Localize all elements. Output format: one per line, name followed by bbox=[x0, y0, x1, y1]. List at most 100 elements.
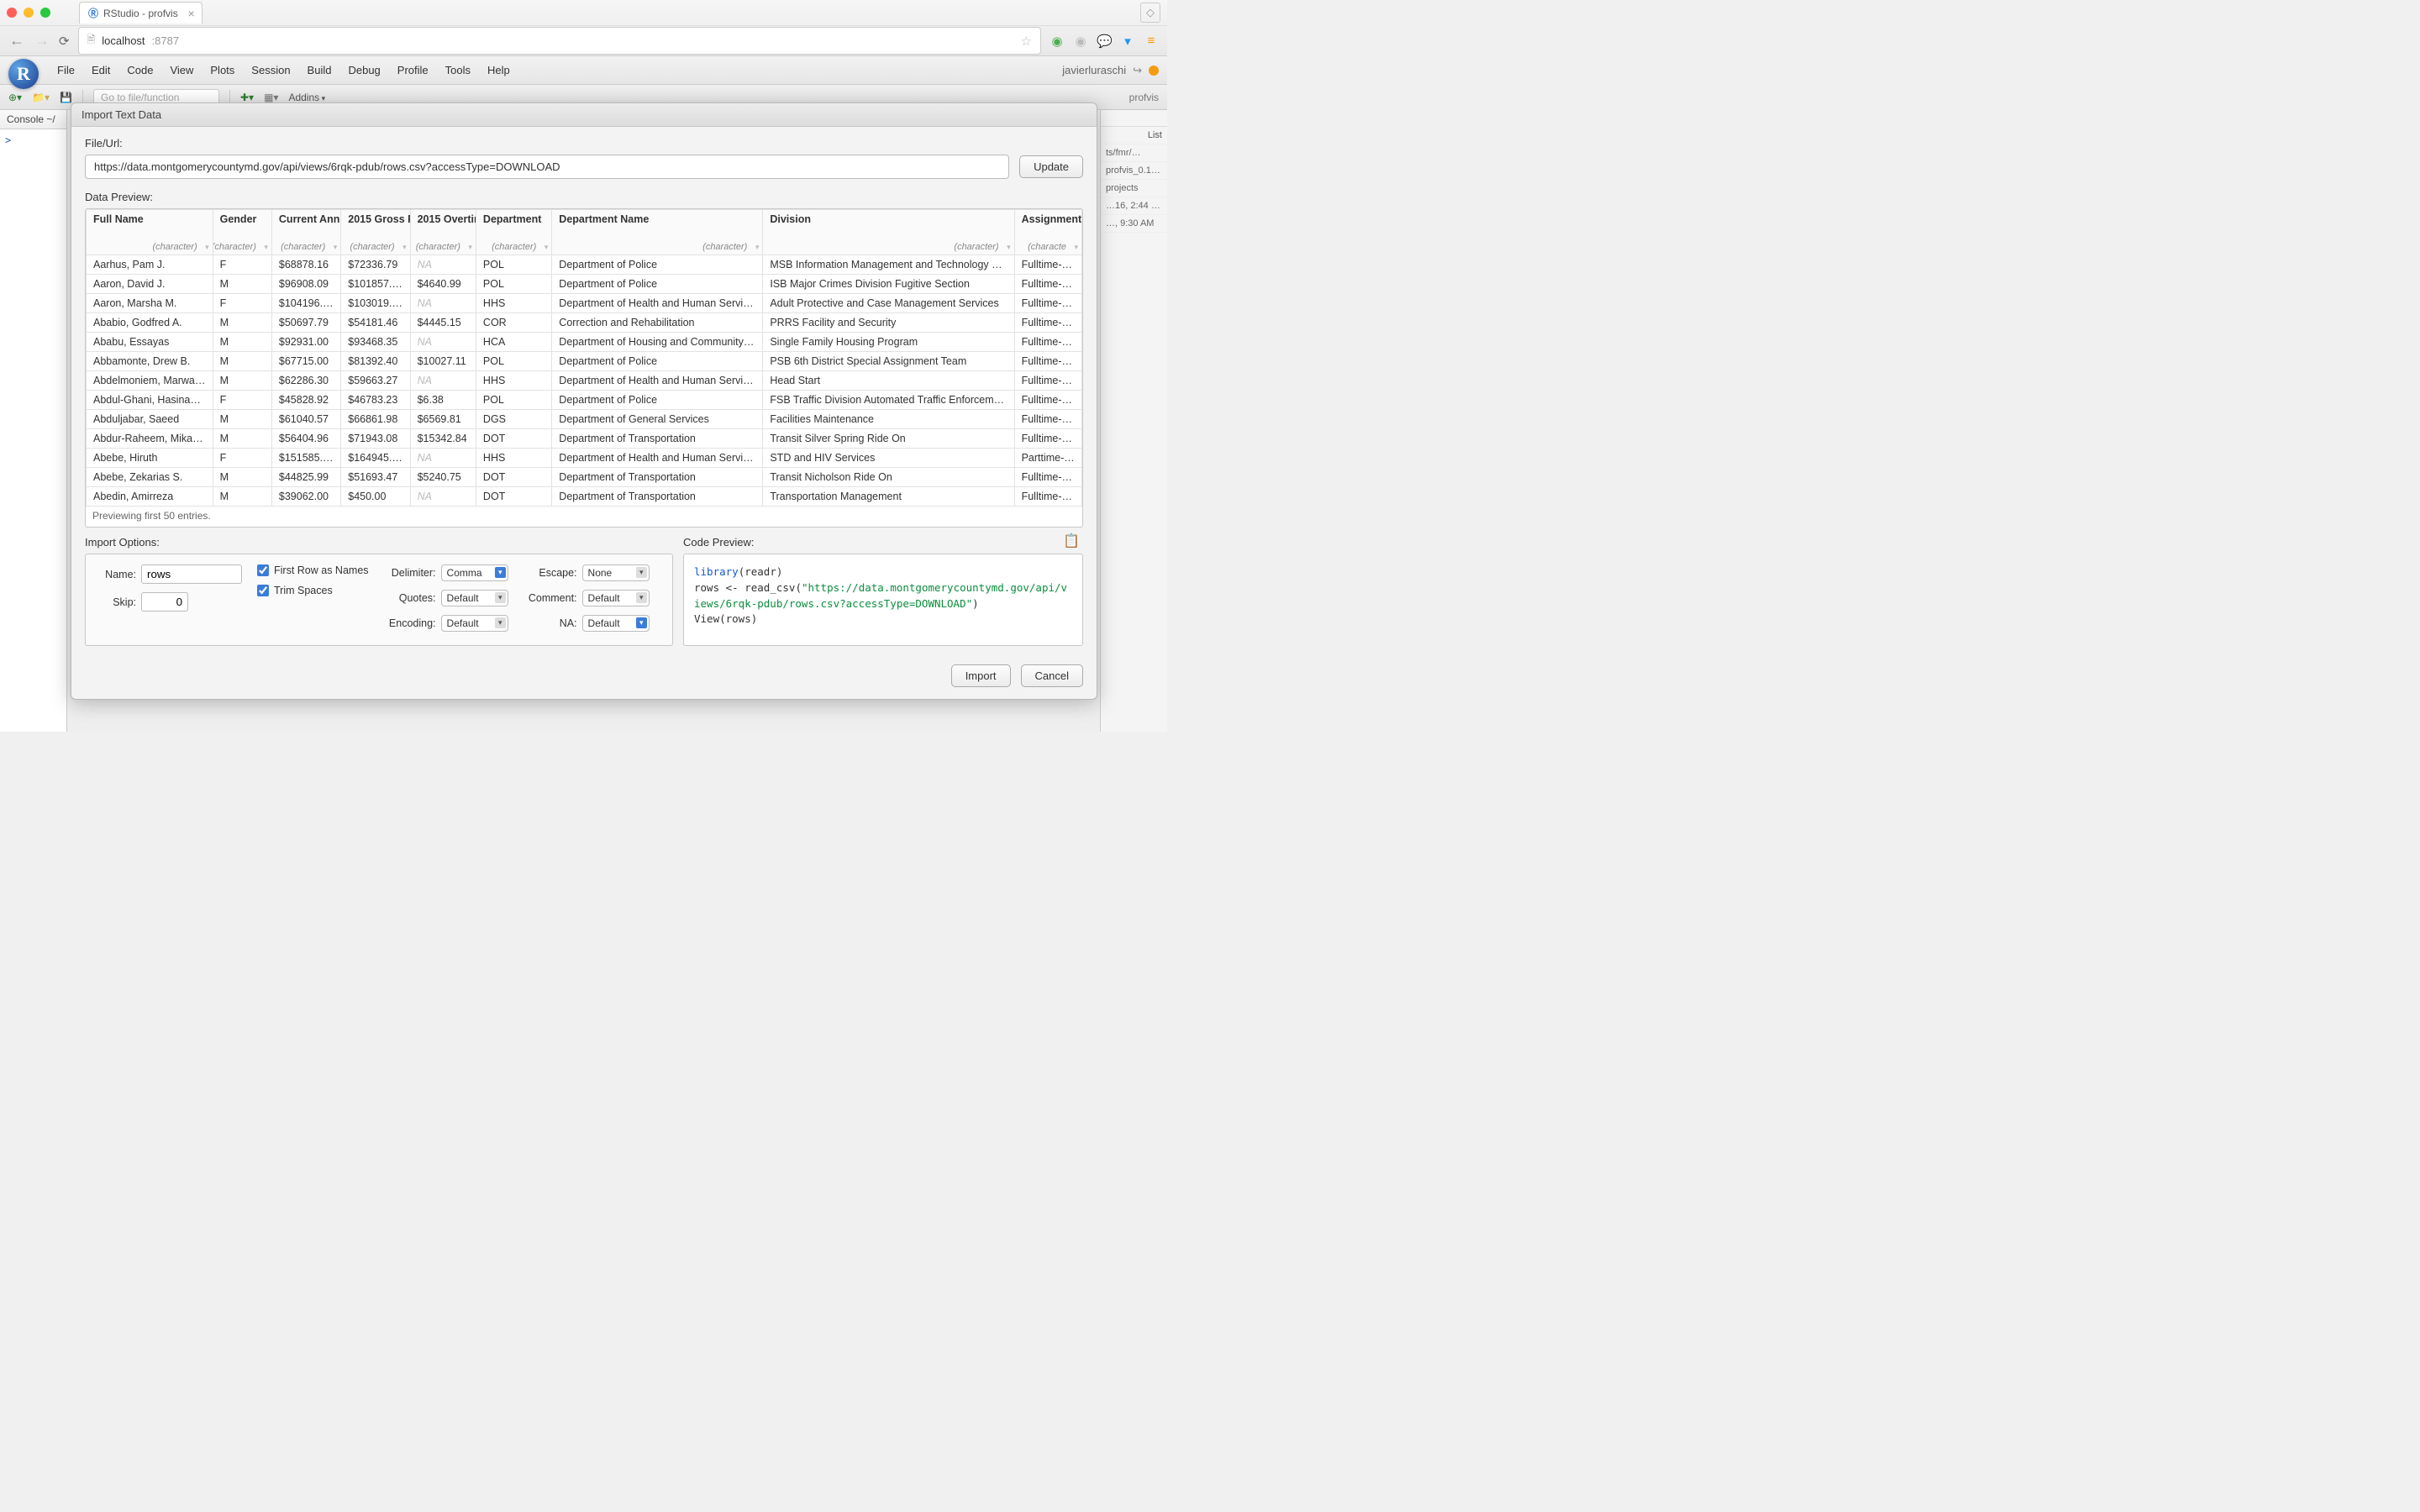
chevron-down-icon[interactable]: ▾ bbox=[1074, 243, 1078, 252]
addins-menu[interactable]: Addins bbox=[288, 92, 325, 103]
chevron-down-icon[interactable]: ▾ bbox=[755, 243, 760, 252]
cancel-button[interactable]: Cancel bbox=[1021, 664, 1083, 687]
column-header[interactable]: Full Name(character)▾ bbox=[87, 210, 213, 255]
window-minimize-icon[interactable] bbox=[24, 8, 34, 18]
console-pane: Console ~/ > bbox=[0, 110, 67, 732]
save-icon[interactable]: 💾 bbox=[60, 92, 72, 103]
column-header[interactable]: Current Annual Salary(character)▾ bbox=[271, 210, 340, 255]
console-prompt[interactable]: > bbox=[0, 129, 66, 151]
menu-session[interactable]: Session bbox=[243, 60, 298, 80]
file-url-label: File/Url: bbox=[85, 137, 1083, 150]
window-close-icon[interactable] bbox=[7, 8, 17, 18]
data-preview-label: Data Preview: bbox=[85, 191, 1083, 203]
ext-icon-2[interactable]: ◉ bbox=[1073, 34, 1088, 49]
menu-profile[interactable]: Profile bbox=[389, 60, 437, 80]
insert-icon[interactable]: ✚▾ bbox=[240, 92, 254, 103]
column-header[interactable]: 2015 Gross Pay Received(character)▾ bbox=[341, 210, 410, 255]
chevron-down-icon[interactable]: ▾ bbox=[1007, 243, 1011, 252]
file-row[interactable]: …, 9:30 AM bbox=[1101, 215, 1167, 233]
file-row[interactable]: profvis_0.1.0.9001.tar.gz bbox=[1101, 162, 1167, 180]
column-header[interactable]: Department Name(character)▾ bbox=[552, 210, 763, 255]
menu-debug[interactable]: Debug bbox=[339, 60, 388, 80]
table-row[interactable]: Abebe, Zekarias S.M$44825.99$51693.47$52… bbox=[87, 468, 1082, 487]
column-header[interactable]: Division(character)▾ bbox=[763, 210, 1014, 255]
first-row-checkbox[interactable] bbox=[257, 564, 269, 576]
clipboard-icon[interactable]: 📋 bbox=[1063, 533, 1080, 549]
chevron-down-icon[interactable]: ▾ bbox=[264, 243, 268, 252]
menu-view[interactable]: View bbox=[161, 60, 202, 80]
browser-tab[interactable]: Ⓡ RStudio - profvis × bbox=[79, 2, 203, 24]
ext-icon-4[interactable]: ▾ bbox=[1120, 34, 1135, 49]
url-input[interactable]: 🗎 localhost:8787 ☆ bbox=[78, 27, 1041, 55]
window-zoom-icon[interactable] bbox=[40, 8, 50, 18]
trim-spaces-checkbox[interactable] bbox=[257, 585, 269, 596]
delimiter-select[interactable]: Comma▾ bbox=[441, 564, 508, 581]
list-button[interactable]: List bbox=[1101, 127, 1167, 144]
ext-icon-3[interactable]: 💬 bbox=[1097, 34, 1112, 49]
console-tab[interactable]: Console ~/ bbox=[0, 110, 66, 129]
file-row[interactable]: ts/fmr/… bbox=[1101, 144, 1167, 162]
comment-label: Comment: bbox=[523, 592, 577, 604]
menu-help[interactable]: Help bbox=[479, 60, 518, 80]
bookmark-star-icon[interactable]: ☆ bbox=[1021, 34, 1032, 49]
close-icon[interactable]: × bbox=[188, 7, 195, 20]
chevron-down-icon[interactable]: ▾ bbox=[205, 243, 209, 252]
column-header[interactable]: Assignment Category(characte▾ bbox=[1014, 210, 1081, 255]
chevron-down-icon[interactable]: ▾ bbox=[544, 243, 549, 252]
grid-icon[interactable]: ▦▾ bbox=[264, 92, 278, 103]
table-row[interactable]: Ababio, Godfred A.M$50697.79$54181.46$44… bbox=[87, 313, 1082, 333]
na-select[interactable]: Default▾ bbox=[582, 615, 650, 632]
table-row[interactable]: Abebe, HiruthF$151585.60$164945.06NAHHSD… bbox=[87, 449, 1082, 468]
reload-icon[interactable]: ⟳ bbox=[59, 34, 70, 49]
skip-input[interactable] bbox=[141, 592, 188, 612]
open-folder-icon[interactable]: 📁▾ bbox=[32, 92, 50, 103]
code-preview[interactable]: library(readr) rows <- read_csv("https:/… bbox=[683, 554, 1083, 646]
chevron-down-icon[interactable]: ▾ bbox=[334, 243, 338, 252]
table-row[interactable]: Aaron, Marsha M.F$104196.06$103019.73NAH… bbox=[87, 294, 1082, 313]
comment-select[interactable]: Default▾ bbox=[582, 590, 650, 606]
quotes-select[interactable]: Default▾ bbox=[441, 590, 508, 606]
encoding-select[interactable]: Default▾ bbox=[441, 615, 508, 632]
chevron-down-icon[interactable]: ▾ bbox=[402, 243, 407, 252]
file-url-input[interactable] bbox=[85, 155, 1009, 179]
table-row[interactable]: Abdul-Ghani, Hasinah J.F$45828.92$46783.… bbox=[87, 391, 1082, 410]
data-preview-table[interactable]: Full Name(character)▾Gender(character)▾C… bbox=[85, 208, 1083, 528]
file-row[interactable]: projects bbox=[1101, 180, 1167, 197]
table-row[interactable]: Abduljabar, SaeedM$61040.57$66861.98$656… bbox=[87, 410, 1082, 429]
rstudio-logo-icon: R bbox=[8, 59, 39, 89]
column-header[interactable]: Gender(character)▾ bbox=[213, 210, 271, 255]
back-icon[interactable]: ← bbox=[8, 32, 25, 50]
profile-avatar-icon[interactable]: ◇ bbox=[1140, 3, 1160, 23]
new-file-icon[interactable]: ⊕▾ bbox=[8, 92, 22, 103]
tab-title: RStudio - profvis bbox=[103, 8, 178, 19]
table-row[interactable]: Abedin, AmirrezaM$39062.00$450.00NADOTDe… bbox=[87, 487, 1082, 507]
hamburger-icon[interactable]: ≡ bbox=[1144, 34, 1159, 48]
column-header[interactable]: Department(character)▾ bbox=[476, 210, 551, 255]
menu-build[interactable]: Build bbox=[299, 60, 340, 80]
encoding-label: Encoding: bbox=[384, 617, 436, 629]
signout-icon[interactable]: ↪ bbox=[1133, 64, 1142, 77]
menu-plots[interactable]: Plots bbox=[202, 60, 243, 80]
chevron-down-icon[interactable]: ▾ bbox=[468, 243, 472, 252]
menu-edit[interactable]: Edit bbox=[83, 60, 118, 80]
table-row[interactable]: Abdur-Raheem, Mikaeel A.M$56404.96$71943… bbox=[87, 429, 1082, 449]
table-row[interactable]: Aarhus, Pam J.F$68878.16$72336.79NAPOLDe… bbox=[87, 255, 1082, 275]
update-button[interactable]: Update bbox=[1019, 155, 1083, 178]
column-header[interactable]: 2015 Overtime Pay(character)▾ bbox=[410, 210, 476, 255]
ext-icon-1[interactable]: ◉ bbox=[1050, 34, 1065, 49]
table-row[interactable]: Ababu, EssayasM$92931.00$93468.35NAHCADe… bbox=[87, 333, 1082, 352]
menu-tools[interactable]: Tools bbox=[437, 60, 479, 80]
import-button[interactable]: Import bbox=[951, 664, 1011, 687]
status-icon[interactable] bbox=[1149, 66, 1159, 76]
menu-code[interactable]: Code bbox=[118, 60, 161, 80]
escape-select[interactable]: None▾ bbox=[582, 564, 650, 581]
table-row[interactable]: Abdelmoniem, Marwan M.M$62286.30$59663.2… bbox=[87, 371, 1082, 391]
table-row[interactable]: Abbamonte, Drew B.M$67715.00$81392.40$10… bbox=[87, 352, 1082, 371]
file-row[interactable]: …16, 2:44 PM bbox=[1101, 197, 1167, 215]
table-row[interactable]: Aaron, David J.M$96908.09$101857.00$4640… bbox=[87, 275, 1082, 294]
menu-file[interactable]: File bbox=[49, 60, 83, 80]
name-input[interactable] bbox=[141, 564, 242, 584]
project-selector[interactable]: profvis bbox=[1129, 92, 1159, 103]
first-row-label: First Row as Names bbox=[274, 564, 369, 576]
project-name: profvis bbox=[1129, 92, 1159, 103]
